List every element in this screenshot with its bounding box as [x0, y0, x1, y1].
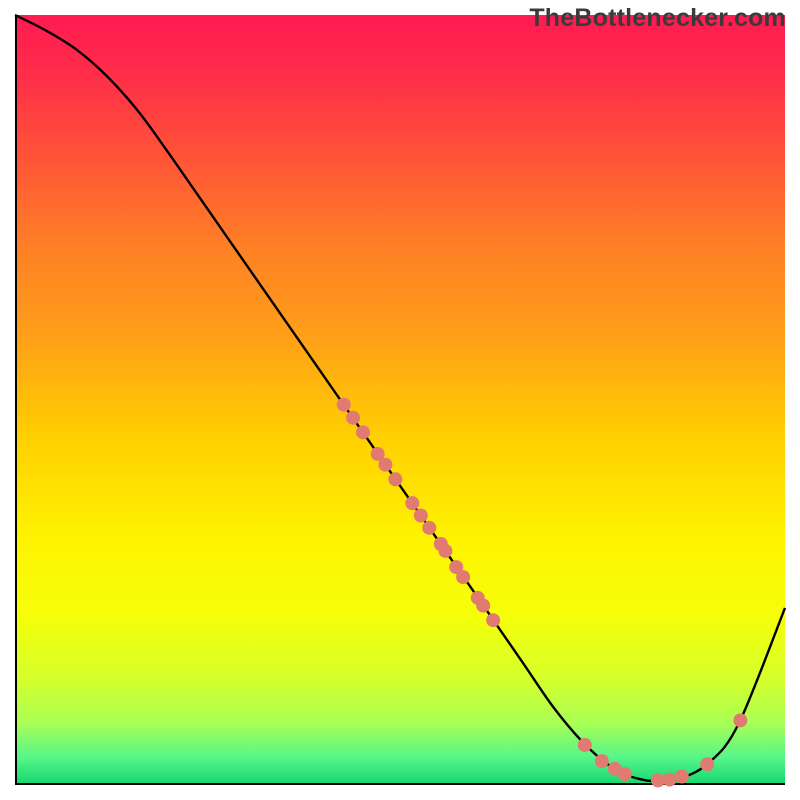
- data-point: [733, 713, 747, 727]
- bottleneck-curve: [15, 15, 785, 781]
- data-point: [476, 599, 490, 613]
- chart-container: TheBottlenecker.com: [0, 0, 800, 800]
- data-point: [675, 770, 689, 784]
- data-point: [595, 754, 609, 768]
- data-point: [486, 613, 500, 627]
- data-point: [414, 509, 428, 523]
- data-point: [346, 411, 360, 425]
- data-point: [388, 472, 402, 486]
- data-point: [456, 570, 470, 584]
- chart-overlay: [15, 15, 785, 785]
- data-point: [663, 773, 677, 787]
- data-point: [356, 425, 370, 439]
- data-point: [700, 757, 714, 771]
- data-point: [337, 398, 351, 412]
- scatter-points: [337, 398, 748, 788]
- data-point: [405, 496, 419, 510]
- plot-area: [15, 15, 785, 785]
- data-point: [618, 767, 632, 781]
- data-point: [438, 544, 452, 558]
- data-point: [378, 458, 392, 472]
- data-point: [578, 738, 592, 752]
- watermark-text: TheBottlenecker.com: [529, 4, 786, 33]
- data-point: [422, 521, 436, 535]
